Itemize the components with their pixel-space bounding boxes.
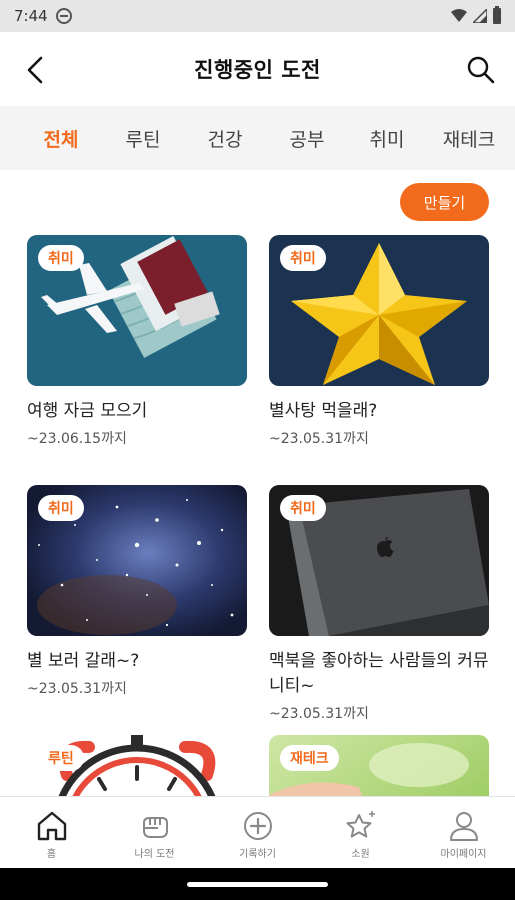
nav-wish[interactable]: 소원 — [309, 797, 412, 868]
nav-label: 소원 — [351, 849, 370, 860]
fist-icon — [142, 817, 168, 838]
bottom-navigation: 홈 나의 도전 기록하기 소원 마이페이지 — [0, 796, 515, 868]
card-deadline: ~23.05.31까지 — [27, 681, 127, 697]
tab-hobby[interactable]: 취미 — [356, 125, 418, 152]
category-badge: 루틴 — [38, 745, 84, 771]
page-title: 진행중인 도전 — [194, 58, 321, 82]
card-deadline: ~23.05.31까지 — [269, 431, 369, 447]
card-title: 여행 자금 모으기 — [27, 401, 148, 421]
challenge-card[interactable]: 취미 맥북을 좋아하는 사람들의 커뮤니티~ ~23.05.31까지 — [269, 485, 489, 723]
tab-routine[interactable]: 루틴 — [112, 125, 174, 152]
nav-my-challenge[interactable]: 나의 도전 — [103, 797, 206, 868]
challenge-card[interactable]: 루틴 — [27, 735, 247, 797]
signal-icon — [473, 9, 487, 23]
category-badge: 취미 — [38, 495, 84, 521]
nav-label: 기록하기 — [239, 849, 276, 860]
plus-circle-icon — [243, 812, 272, 840]
category-tabs: 전체 루틴 건강 공부 취미 재테크 — [0, 106, 515, 170]
card-deadline: ~23.06.15까지 — [27, 431, 127, 447]
app-header: 진행중인 도전 — [0, 32, 515, 106]
home-gesture-handle[interactable] — [187, 882, 328, 887]
person-icon — [449, 812, 478, 841]
tab-finance[interactable]: 재테크 — [434, 125, 504, 152]
system-navigation-bar — [0, 868, 515, 900]
home-icon — [37, 811, 66, 841]
nav-record[interactable]: 기록하기 — [206, 797, 309, 868]
card-thumbnail: 취미 — [27, 485, 247, 636]
nav-label: 마이페이지 — [440, 849, 487, 860]
back-arrow-icon[interactable] — [20, 54, 52, 86]
status-icons — [451, 6, 501, 24]
create-challenge-button[interactable]: 만들기 — [400, 183, 489, 221]
challenge-card[interactable]: 취미 여행 자금 모으기 ~23.06.15까지 — [27, 235, 247, 448]
card-title: 맥북을 좋아하는 사람들의 커뮤니티~ — [269, 651, 489, 696]
card-thumbnail: 루틴 — [27, 735, 247, 797]
category-badge: 취미 — [38, 245, 84, 271]
tab-health[interactable]: 건강 — [194, 125, 256, 152]
nav-label: 나의 도전 — [134, 849, 175, 860]
card-title: 별 보러 갈래~? — [27, 651, 140, 671]
card-thumbnail: 취미 — [269, 235, 489, 386]
star-icon — [346, 811, 375, 838]
category-badge: 취미 — [280, 495, 326, 521]
tab-all[interactable]: 전체 — [30, 125, 92, 152]
wifi-icon — [451, 9, 467, 22]
status-bar: 7:44 — [0, 0, 515, 32]
card-deadline: ~23.05.31까지 — [269, 706, 369, 722]
card-thumbnail: 취미 — [269, 485, 489, 636]
challenge-card[interactable]: 재테크 — [269, 735, 489, 797]
challenge-card[interactable]: 취미 별 보러 갈래~? ~23.05.31까지 — [27, 485, 247, 698]
sync-status-icon — [55, 8, 72, 24]
category-badge: 재테크 — [280, 745, 339, 771]
nav-home[interactable]: 홈 — [0, 797, 103, 868]
card-thumbnail: 재테크 — [269, 735, 489, 797]
battery-icon — [493, 6, 501, 24]
challenge-card[interactable]: 취미 별사탕 먹을래? ~23.05.31까지 — [269, 235, 489, 448]
card-thumbnail: 취미 — [27, 235, 247, 386]
tab-study[interactable]: 공부 — [276, 125, 338, 152]
card-title: 별사탕 먹을래? — [269, 401, 378, 421]
category-badge: 취미 — [280, 245, 326, 271]
challenge-grid: 취미 여행 자금 모으기 ~23.06.15까지 취미 별사탕 먹을래? ~23… — [27, 235, 489, 797]
search-icon[interactable] — [465, 54, 497, 86]
nav-mypage[interactable]: 마이페이지 — [412, 797, 515, 868]
status-time: 7:44 — [14, 7, 48, 25]
nav-label: 홈 — [46, 849, 57, 860]
